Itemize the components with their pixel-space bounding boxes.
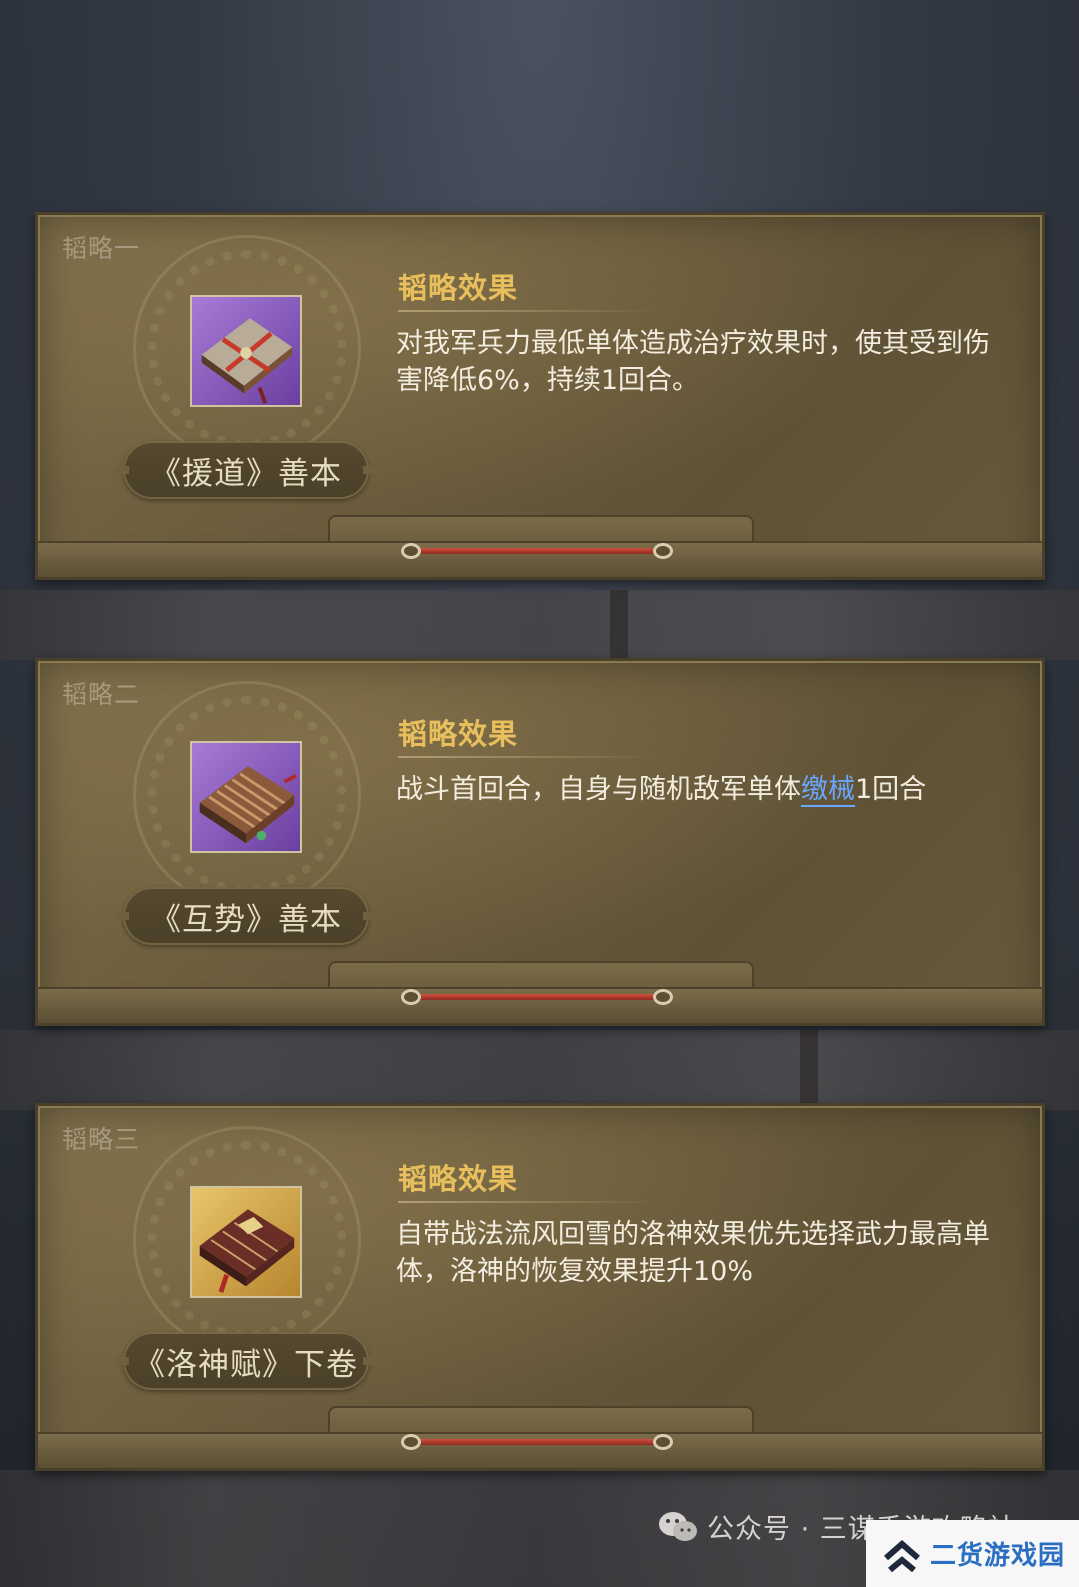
- red-rod-ornament: [401, 989, 673, 1005]
- strategy-card-2[interactable]: 韬略二 《互势》善本 韬略效果 战斗首回合，自身与随机敌军单体缴械1回合: [35, 658, 1045, 1026]
- item-name-plate: 《洛神赋》下卷: [115, 1332, 377, 1390]
- red-rod-ornament: [401, 543, 673, 559]
- item-name: 《洛神赋》下卷: [134, 1346, 358, 1383]
- card-index-label: 韬略三: [62, 1125, 141, 1154]
- strategy-card-1[interactable]: 韬略一 《援道》善本 韬略效果 对我军兵力最低单体造成治疗效果时，使其受到伤害降…: [35, 212, 1045, 580]
- background-wall-band: [0, 1030, 1079, 1110]
- gold-book-icon[interactable]: [190, 1186, 302, 1298]
- wechat-icon: [659, 1511, 697, 1541]
- site-name: 二货游戏园: [930, 1541, 1066, 1571]
- keyword-link-disarm[interactable]: 缴械: [801, 774, 855, 807]
- card-index-label: 韬略二: [62, 680, 141, 709]
- effect-description: 对我军兵力最低单体造成治疗效果时，使其受到伤害降低6%，持续1回合。: [396, 328, 990, 396]
- item-name: 《互势》善本: [150, 901, 342, 938]
- double-chevron-up-icon: [884, 1539, 920, 1572]
- background-pillar: [610, 590, 628, 660]
- background-pillar: [800, 1030, 818, 1110]
- effect-text-pre: 战斗首回合，自身与随机敌军单体: [396, 774, 801, 805]
- red-rod-ornament: [401, 1434, 673, 1450]
- effect-description: 自带战法流风回雪的洛神效果优先选择武力最高单体，洛神的恢复效果提升10%: [396, 1219, 990, 1287]
- card-index-label: 韬略一: [62, 234, 141, 263]
- purple-book-icon[interactable]: [190, 295, 302, 407]
- effect-title: 韬略效果: [398, 1162, 519, 1196]
- effect-divider: [398, 1201, 658, 1203]
- background-wall-band: [0, 590, 1079, 660]
- site-badge[interactable]: 二货游戏园: [866, 1520, 1079, 1587]
- effect-divider: [398, 310, 658, 312]
- item-name-plate: 《援道》善本: [115, 441, 377, 499]
- item-name: 《援道》善本: [150, 455, 342, 492]
- item-name-plate: 《互势》善本: [115, 887, 377, 945]
- effect-title: 韬略效果: [398, 271, 519, 305]
- strategy-card-3[interactable]: 韬略三 《洛神赋》下卷 韬略效果 自带战法流风回雪的洛神效果优先选择武力最高单体…: [35, 1103, 1045, 1471]
- effect-title: 韬略效果: [398, 717, 519, 751]
- bamboo-scroll-icon[interactable]: [190, 741, 302, 853]
- effect-text-post: 1回合: [855, 774, 927, 805]
- effect-description: 战斗首回合，自身与随机敌军单体缴械1回合: [396, 771, 1016, 808]
- effect-divider: [398, 756, 658, 758]
